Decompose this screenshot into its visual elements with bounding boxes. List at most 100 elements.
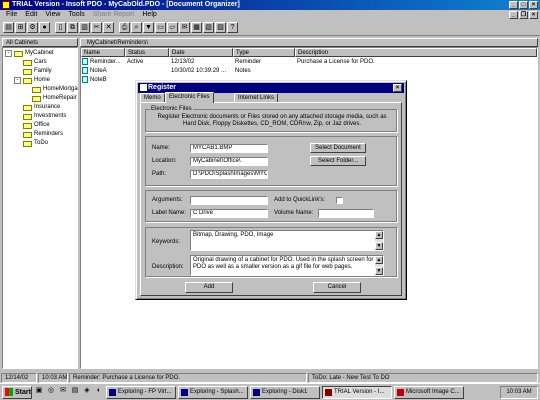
show-desktop-icon[interactable]: ▣ — [34, 387, 44, 397]
document-icon — [82, 76, 88, 83]
taskbar-item[interactable]: Exploring - Disk1 — [250, 385, 320, 399]
tree-node-office[interactable]: Office — [23, 121, 50, 130]
column-header-name[interactable]: Name — [81, 48, 125, 57]
table-row-type: Reminder — [235, 59, 262, 65]
open-cabinet-icon[interactable]: ▤ — [3, 22, 14, 33]
tree-header: All Cabinets — [2, 38, 78, 47]
new-document-icon[interactable]: ▯ — [55, 22, 66, 33]
path-field[interactable]: D:\PDO\SplashImages\MYCA — [190, 170, 268, 179]
taskbar-item[interactable]: Exploring - FP Virt... — [106, 385, 176, 399]
clipboard-icon[interactable]: ▧ — [203, 22, 214, 33]
tree-node-homemortgage[interactable]: HomeMortga — [32, 85, 78, 94]
paste-icon[interactable]: ▥ — [79, 22, 90, 33]
folder-icon — [23, 140, 32, 147]
taskbar-item[interactable]: Microsoft Image C... — [394, 385, 464, 399]
add-button[interactable]: Add — [185, 282, 233, 293]
column-header-status[interactable]: Status — [125, 48, 169, 57]
scroll-up-icon[interactable]: ▲ — [375, 231, 383, 239]
collapse-icon[interactable]: - — [14, 77, 21, 84]
mail-icon[interactable]: ✉ — [58, 387, 68, 397]
tab-electronic-files[interactable]: Electronic Files — [165, 92, 214, 103]
menu-tools[interactable]: Tools — [64, 10, 88, 20]
copy-icon[interactable]: ⧉ — [67, 22, 78, 33]
email-icon[interactable]: ✉ — [179, 22, 190, 33]
tree-node-reminders[interactable]: Reminders — [23, 130, 63, 139]
browser-icon[interactable]: ◎ — [46, 387, 56, 397]
report-icon[interactable]: ▨ — [215, 22, 226, 33]
child-restore-button[interactable]: ❐ — [519, 11, 528, 19]
menu-view[interactable]: View — [41, 10, 64, 20]
description-textarea[interactable]: Original drawing of a cabinet for PDO. U… — [190, 255, 384, 276]
help-circle-icon[interactable]: ● — [39, 22, 50, 33]
delete-icon[interactable]: ✕ — [103, 22, 114, 33]
keywords-scrollbar[interactable]: ▲ ▼ — [375, 231, 383, 250]
collapse-icon[interactable]: - — [5, 50, 12, 57]
print-icon[interactable]: ⎙ — [119, 22, 130, 33]
location-field[interactable]: MyCabinet\Office\ — [190, 157, 268, 166]
minimize-button[interactable]: _ — [509, 1, 518, 9]
help-icon[interactable]: ? — [227, 22, 238, 33]
select-document-button[interactable]: Select Document — [310, 143, 366, 153]
dialog-close-button[interactable]: × — [393, 84, 402, 92]
search-icon[interactable]: ⌕ — [131, 22, 142, 33]
title-bar[interactable]: TRIAL Version - Insoft PDO - MyCabOld.PD… — [0, 0, 540, 10]
start-button[interactable]: Start — [2, 385, 32, 399]
cancel-button[interactable]: Cancel — [313, 282, 361, 293]
tree-node-home[interactable]: - Home — [14, 76, 50, 85]
pdo-app-icon — [325, 388, 332, 396]
scroll-up-icon[interactable]: ▲ — [375, 256, 383, 264]
tab-memo[interactable]: Memo — [140, 93, 165, 102]
explorer-icon[interactable]: ▤ — [70, 387, 80, 397]
menu-file[interactable]: File — [2, 10, 21, 20]
name-field[interactable]: MYCAB1.BMP — [190, 144, 268, 153]
media-icon[interactable]: ◐ — [94, 387, 104, 397]
tab-internet-links[interactable]: Internet Links — [234, 93, 279, 102]
table-row-name[interactable]: NoteB — [82, 76, 125, 85]
cabinet-tree[interactable]: - MyCabinet Cars Family - Home HomeMortg… — [2, 47, 78, 369]
channels-icon[interactable]: ◈ — [82, 387, 92, 397]
filter-icon[interactable]: ▼ — [143, 22, 154, 33]
register-icon — [140, 84, 147, 91]
folder-open-icon[interactable]: ▱ — [167, 22, 178, 33]
select-folder-button[interactable]: Select Folder... — [310, 156, 366, 166]
cell-text: Reminder... — [90, 59, 121, 66]
tree-node-homerepair[interactable]: HomeRepair — [32, 94, 77, 103]
system-clock[interactable]: 10:03 AM — [500, 385, 538, 399]
menu-edit[interactable]: Edit — [21, 10, 41, 20]
settings-icon[interactable]: ⚙ — [27, 22, 38, 33]
dialog-title: Register — [148, 84, 177, 91]
arguments-field[interactable] — [190, 196, 268, 205]
taskbar-item[interactable]: Exploring - Splash... — [178, 385, 248, 399]
image-composer-icon — [397, 388, 404, 396]
column-header-description[interactable]: Description — [295, 48, 537, 57]
document-icon — [82, 67, 88, 74]
cut-icon[interactable]: ✂ — [91, 22, 102, 33]
table-row-name[interactable]: NoteA — [82, 67, 125, 76]
keywords-textarea[interactable]: Bitmap, Drawing, PDO, Image ▲ ▼ — [190, 230, 384, 251]
close-button[interactable]: × — [529, 1, 538, 9]
table-row-name[interactable]: Reminder... — [82, 58, 125, 67]
child-minimize-button[interactable]: _ — [509, 11, 518, 19]
tree-node-insurance[interactable]: Insurance — [23, 103, 60, 112]
menu-help[interactable]: Help — [138, 10, 160, 20]
toolbar: ▤ ⊞ ⚙ ● ▯ ⧉ ▥ ✂ ✕ ⎙ ⌕ ▼ ▭ ▱ ✉ ▦ ▧ ▨ ? — [0, 20, 540, 36]
child-close-button[interactable]: × — [529, 11, 538, 19]
tree-node-cars[interactable]: Cars — [23, 58, 47, 67]
maximize-button[interactable]: □ — [519, 1, 528, 9]
tree-node-family[interactable]: Family — [23, 67, 52, 76]
column-header-type[interactable]: Type — [233, 48, 295, 57]
calendar-icon[interactable]: ▦ — [191, 22, 202, 33]
column-header-date[interactable]: Date — [169, 48, 233, 57]
quicklink-checkbox[interactable] — [336, 197, 343, 204]
tree-node-todo[interactable]: ToDo — [23, 139, 48, 148]
taskbar-item-active[interactable]: TRIAL Version - I... — [322, 385, 392, 399]
tree-node-mycabinet[interactable]: - MyCabinet — [5, 49, 54, 58]
folder-icon[interactable]: ▭ — [155, 22, 166, 33]
description-scrollbar[interactable]: ▲ ▼ — [375, 256, 383, 275]
tree-node-investments[interactable]: Investments — [23, 112, 66, 121]
scroll-down-icon[interactable]: ▼ — [375, 242, 383, 250]
tree-icon[interactable]: ⊞ — [15, 22, 26, 33]
label-name-field[interactable]: C Drive — [190, 209, 268, 218]
volume-name-field[interactable] — [318, 209, 374, 218]
scroll-down-icon[interactable]: ▼ — [375, 267, 383, 275]
